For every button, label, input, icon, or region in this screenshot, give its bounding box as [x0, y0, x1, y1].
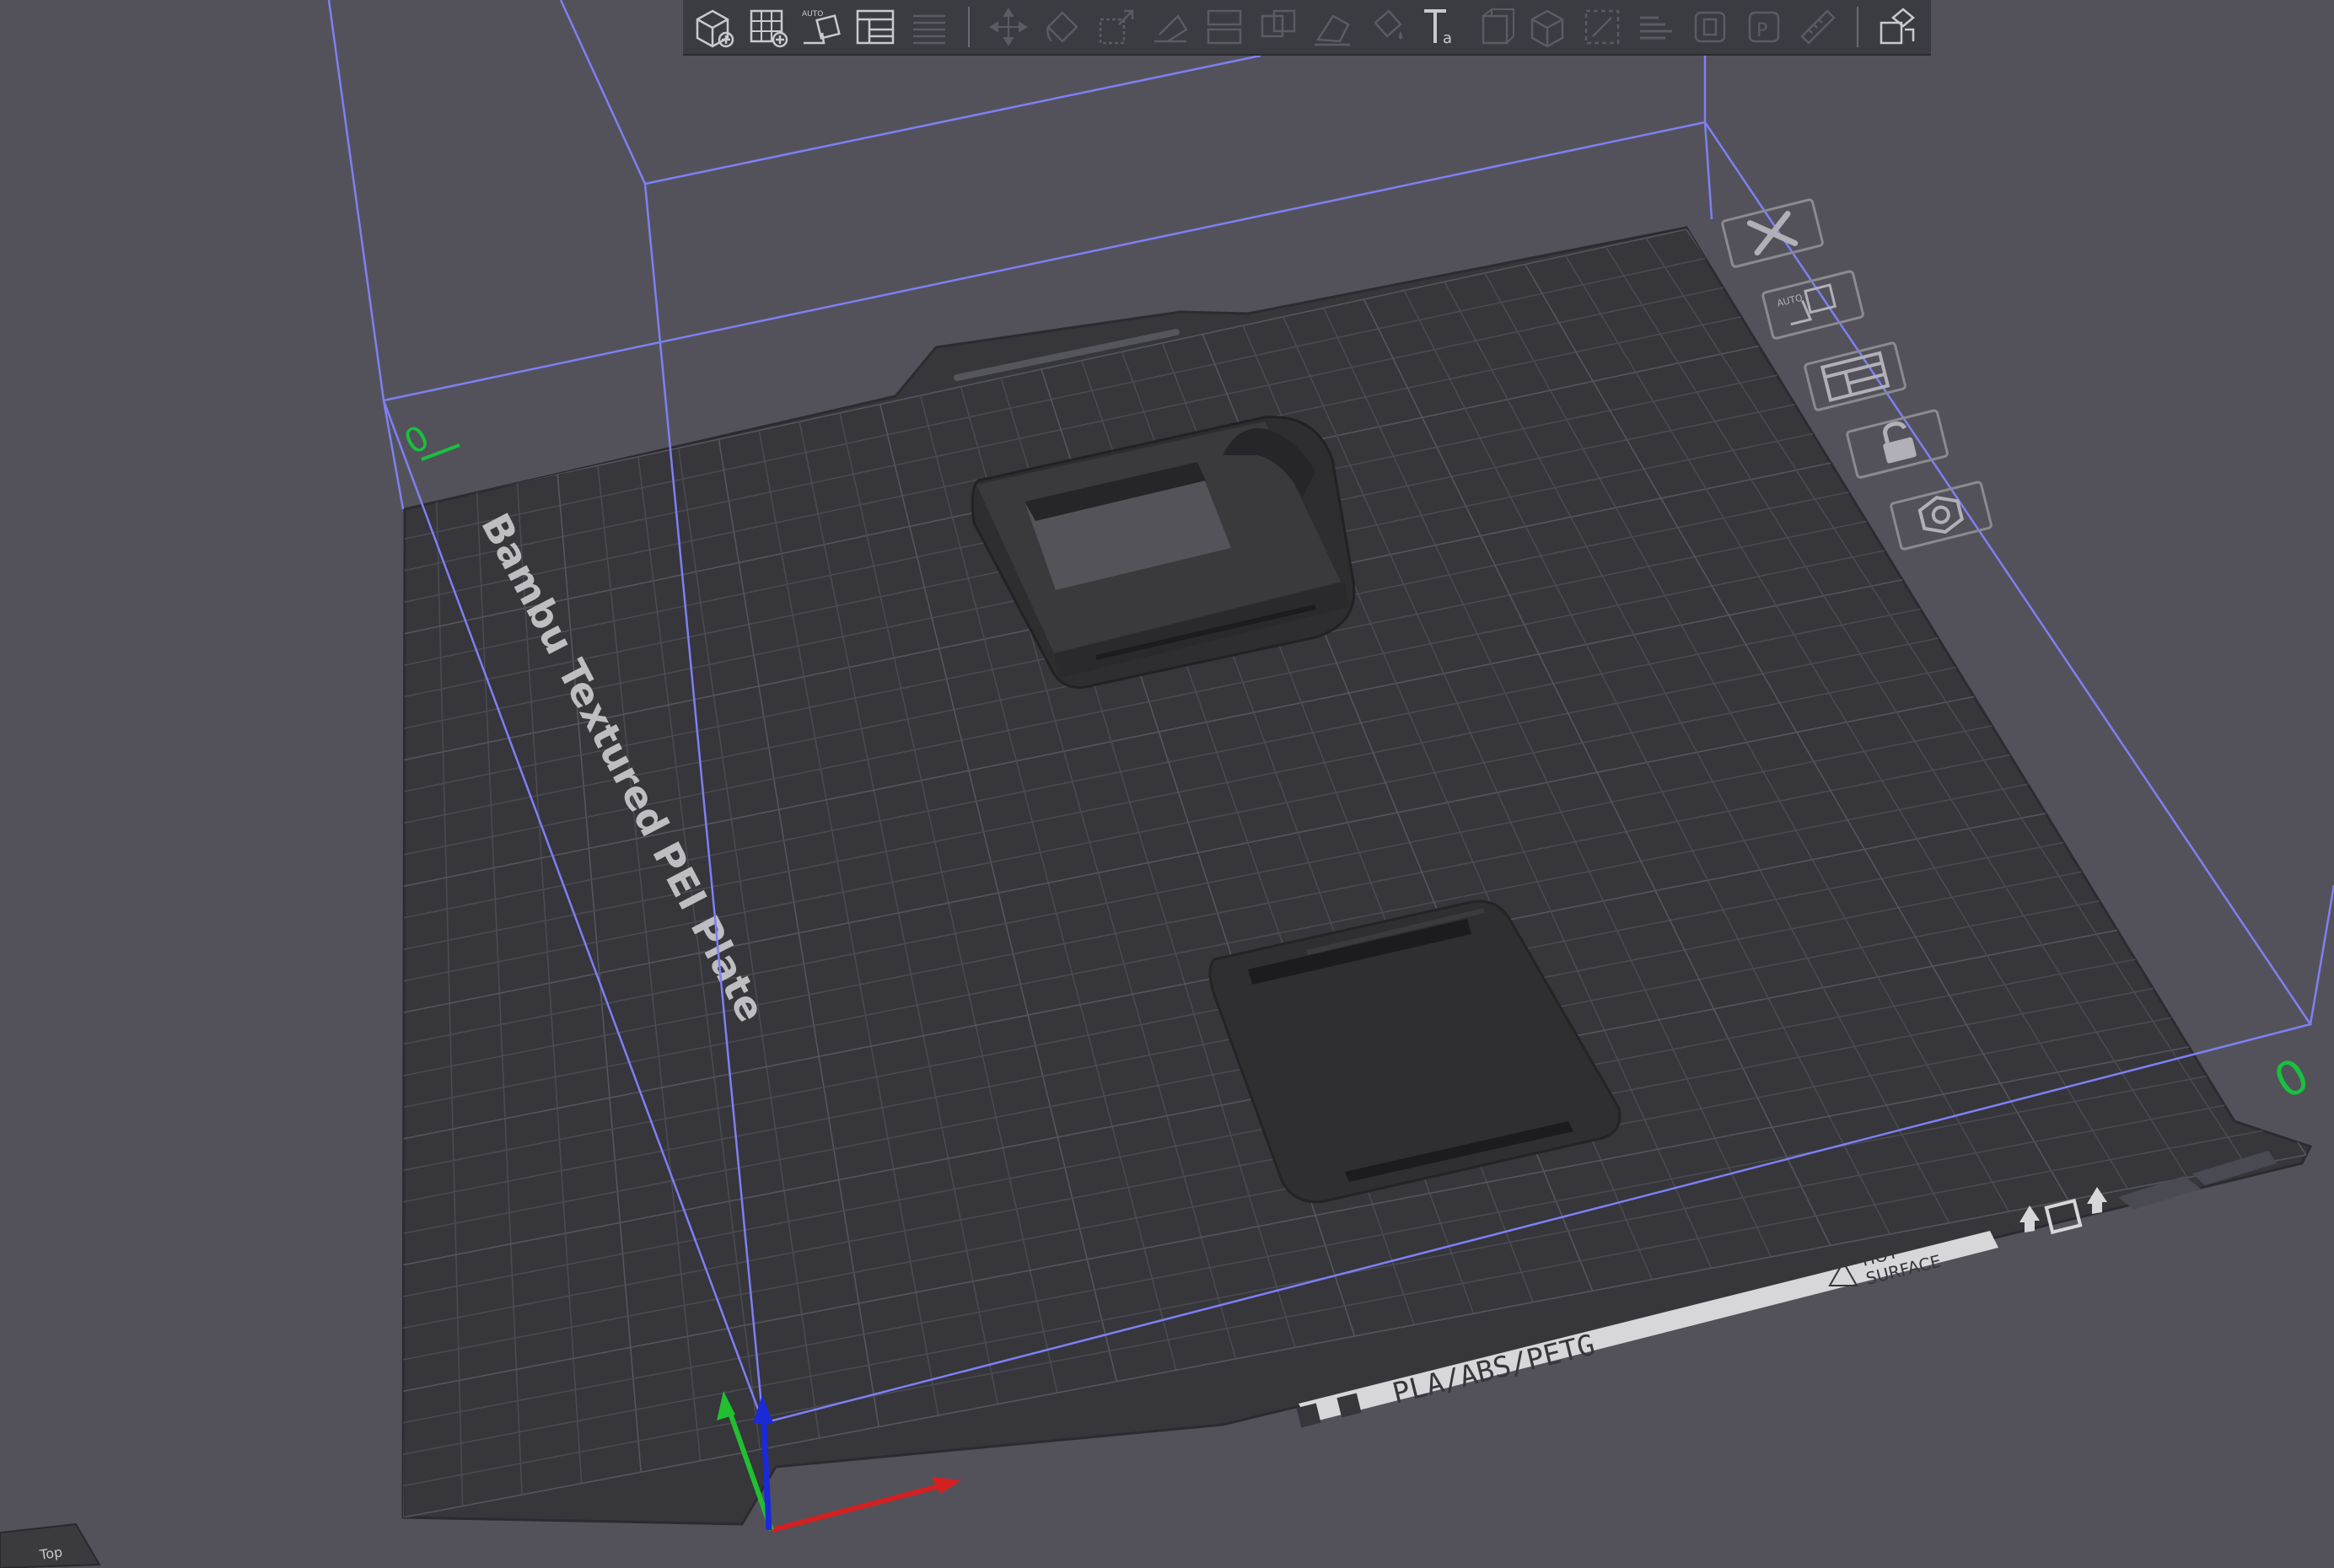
toolbar-separator	[968, 7, 970, 47]
text-button[interactable]: a	[1416, 3, 1465, 51]
split-layers-icon	[913, 14, 945, 45]
color-paint-icon	[1374, 9, 1402, 40]
measure-button	[1578, 3, 1627, 51]
assembly-view-icon	[1880, 8, 1915, 45]
cut-button	[1200, 3, 1249, 51]
variable-layer-button	[1632, 3, 1681, 51]
view-cube[interactable]: Top	[0, 1509, 118, 1568]
support-paint-button	[1308, 3, 1357, 51]
ruler-icon	[1800, 9, 1836, 45]
view-cube-label: Top	[38, 1544, 63, 1563]
svg-text:P: P	[1756, 20, 1767, 41]
lock-plate-button[interactable]	[1846, 409, 1949, 479]
move-icon	[989, 8, 1028, 46]
add-object-icon	[696, 9, 734, 48]
boolean-icon	[1261, 9, 1296, 38]
hexagon-settings-icon	[1917, 496, 1965, 534]
measure-icon	[1584, 9, 1620, 45]
x-axis-arrow	[771, 1481, 949, 1533]
split-object-button	[1524, 3, 1573, 51]
3d-viewport[interactable]: Bambu Textured PEI Plate PLA/ABS/PETG HO…	[0, 0, 2334, 1568]
text-icon: a	[1424, 9, 1452, 47]
arrange-icon	[1820, 351, 1890, 402]
move-button	[984, 3, 1033, 51]
svg-text:AUTO: AUTO	[1776, 293, 1804, 309]
auto-orient-plate-button[interactable]: AUTO	[1761, 270, 1864, 340]
assembly-icon	[1694, 11, 1726, 43]
svg-text:a: a	[1443, 30, 1452, 47]
split-layers-button	[905, 3, 954, 51]
add-plate-button[interactable]	[743, 3, 792, 51]
ruler-button	[1794, 3, 1842, 51]
add-plate-icon	[750, 9, 788, 48]
arrange-icon	[856, 9, 895, 45]
svg-text:AUTO: AUTO	[802, 10, 823, 19]
lock-icon	[1883, 421, 1917, 464]
seam-paint-button	[1470, 3, 1519, 51]
x-axis-arrowhead	[932, 1477, 961, 1494]
arrange-button[interactable]	[851, 3, 900, 51]
auto-orient-icon: AUTO	[802, 10, 841, 45]
auto-orient-button[interactable]: AUTO	[797, 3, 846, 51]
lay-on-face-button	[1146, 3, 1195, 51]
color-paint-button	[1362, 3, 1411, 51]
plate-settings-button[interactable]	[1890, 481, 1993, 550]
plate-index-right: 0	[2266, 1048, 2319, 1110]
seam-paint-icon	[1482, 8, 1514, 45]
split-object-icon	[1530, 9, 1564, 48]
cut-icon	[1207, 9, 1242, 45]
parts-button: P	[1740, 3, 1788, 51]
scale-button	[1092, 3, 1141, 51]
lay-on-face-icon	[1154, 14, 1188, 43]
add-object-button[interactable]	[689, 3, 738, 51]
rotate-button	[1038, 3, 1087, 51]
scene-canvas[interactable]: Bambu Textured PEI Plate PLA/ABS/PETG HO…	[0, 0, 2334, 1565]
rotate-icon	[1046, 11, 1078, 43]
parts-icon: P	[1748, 11, 1780, 43]
scale-icon	[1099, 9, 1134, 45]
delete-plate-button[interactable]	[1721, 198, 1824, 268]
assembly-button	[1686, 3, 1734, 51]
variable-layer-icon	[1640, 16, 1672, 40]
main-toolbar: AUTO a P	[683, 0, 1931, 56]
boolean-button	[1254, 3, 1303, 51]
assembly-view-button[interactable]	[1873, 3, 1922, 51]
toolbar-separator	[1857, 7, 1858, 47]
support-paint-icon	[1315, 14, 1350, 46]
